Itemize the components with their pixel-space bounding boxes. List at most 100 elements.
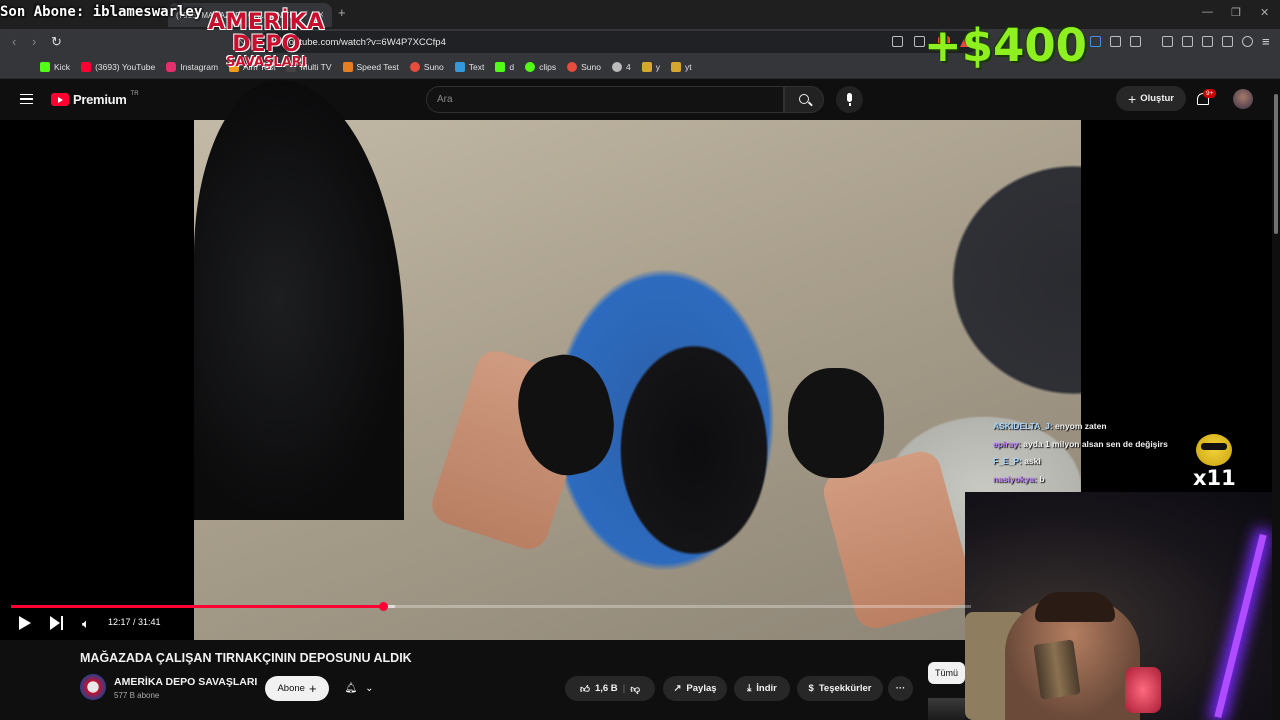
channel-avatar[interactable] [80,674,106,700]
bookmark-folder-yt[interactable]: yt [670,61,692,72]
chat-user: ASKIDELTA_J: [993,421,1053,431]
sidebar-icon[interactable] [1182,36,1193,47]
webcam-lamp [1125,667,1161,713]
clips-icon [525,61,536,72]
vpn-icon[interactable] [1242,36,1253,47]
thumbs-up-icon: 👍︎ [580,683,590,695]
youtube-header: Premium TR Ara + Oluştur 9+ [0,80,1280,120]
search-input[interactable]: Ara [426,86,784,113]
extensions-icon[interactable] [1110,36,1121,47]
chat-message: ayda 1 milyon alsan sen de değişirs [1020,438,1168,449]
notification-badge: 9+ [1203,89,1217,98]
bookmark-kick[interactable]: Kick [40,61,70,72]
chat-line: F_E_P: aski [993,453,1198,471]
youtube-logo[interactable]: Premium TR [51,91,139,107]
share-button[interactable]: ↗ Paylaş [663,676,727,701]
scrollbar-thumb[interactable] [1274,94,1278,234]
leo-ai-icon[interactable] [1222,36,1233,47]
progress-played [11,605,384,608]
text-icon [454,61,465,72]
bell-icon: 🔔︎ [344,683,358,694]
chat-line: ASKIDELTA_J: enyom zaten [993,418,1198,436]
forward-icon[interactable]: › [32,34,36,49]
channel-name[interactable]: AMERİKA DEPO SAVAŞLARI [114,676,257,688]
reload-icon[interactable]: ↻ [51,34,62,50]
bookmark-clips[interactable]: clips [525,61,556,72]
play-icon[interactable] [19,616,31,630]
download-button[interactable]: ⤓ İndir [734,676,790,701]
maximize-icon[interactable]: ❐ [1231,6,1241,19]
like-dislike-group: 👍︎ 1,6 B | 👎︎ [565,676,655,701]
divider: | [622,683,626,694]
avatar[interactable] [1233,89,1253,109]
folder-icon [670,61,681,72]
media-icon[interactable] [1162,36,1173,47]
extension-audio-icon[interactable] [1090,36,1101,47]
bookmark-text[interactable]: Text [454,61,484,72]
bookmark-suno-2[interactable]: Suno [567,61,601,72]
bookmark-youtube[interactable]: (3693) YouTube [81,61,155,72]
download-label: İndir [756,683,777,694]
browser-toolbar: ‹ › ↻ 🔖︎ ⚙︎ youtube.com/watch?v=6W4P7XCC… [0,29,1280,55]
next-video-icon[interactable] [50,616,64,630]
subscriber-count: 577 B abone [114,691,160,700]
folder-icon [641,61,652,72]
notification-settings-button[interactable]: 🔔︎ ⌄ [335,676,383,701]
window-close-icon[interactable]: ✕ [1260,6,1269,19]
stream-last-subscriber: Son Abone: iblameswarley [0,4,203,20]
video-progress-bar[interactable] [11,602,971,611]
suno-icon [567,61,578,72]
bookmark-suno[interactable]: Suno [409,61,444,72]
wallet-icon[interactable] [1202,36,1213,47]
bookmark-4[interactable]: 4 [611,61,631,72]
create-button[interactable]: + Oluştur [1116,86,1186,111]
more-icon: ··· [895,683,906,694]
stream-chat-overlay: ASKIDELTA_J: enyom zaten epiray: ayda 1 … [993,418,1198,488]
hamburger-menu-icon[interactable] [20,94,33,104]
youtube-play-icon [51,93,69,106]
create-label: Oluştur [1140,93,1174,104]
cast-icon[interactable] [892,36,903,47]
webcam-hair [1035,592,1115,622]
plus-icon: + [308,681,317,696]
thanks-icon: $ [808,683,814,694]
search-button[interactable] [784,86,824,113]
tab-search-icon[interactable] [1130,36,1141,47]
subscribe-button[interactable]: Abone + [265,676,329,701]
chat-message: aski [1021,456,1041,466]
address-bar[interactable]: ⚙︎ youtube.com/watch?v=6W4P7XCCfp4 [258,31,978,53]
chat-line: nasiyokya: b [993,471,1198,489]
kick-icon [40,61,50,72]
more-actions-button[interactable]: ··· [888,676,913,701]
page-scrollbar[interactable] [1272,80,1280,720]
video-content-glove [788,368,884,478]
video-money-overlay: +$400 [924,19,1087,72]
sunglasses-emote-icon [1196,434,1232,466]
menu-icon[interactable]: ≡ [1262,34,1270,49]
bookmark-d[interactable]: d [495,61,514,72]
voice-search-icon[interactable] [836,86,863,113]
bookmark-speed-test[interactable]: Speed Test [342,61,399,72]
filter-chip-all[interactable]: Tümü [928,662,965,684]
share-icon: ↗ [673,683,682,694]
related-video-thumbnail[interactable] [928,698,965,720]
thanks-label: Teşekkürler [818,683,872,694]
download-icon: ⤓ [747,683,752,694]
back-icon[interactable]: ‹ [12,34,16,49]
thanks-button[interactable]: $ Teşekkürler [797,676,883,701]
chat-user: epiray: [993,438,1021,449]
new-tab-button[interactable]: + [338,5,346,20]
time-display: 12:17 / 31:41 [108,617,161,627]
suno-icon [409,61,420,72]
thumbs-down-icon[interactable]: 👎︎ [630,683,640,695]
like-button[interactable]: 👍︎ 1,6 B [580,683,618,695]
chevron-down-icon: ⌄ [365,683,374,694]
webcam-cup [1033,639,1081,700]
subscribe-label: Abone [277,683,305,694]
emote-multiplier: x11 [1193,466,1236,490]
brand-line-3: SAVAŞLARI [226,55,307,70]
chat-message: enyom zaten [1052,421,1107,431]
minimize-icon[interactable]: — [1202,6,1213,18]
volume-icon[interactable]: 🔈︎ [82,616,90,632]
bookmark-folder-y[interactable]: y [641,61,660,72]
